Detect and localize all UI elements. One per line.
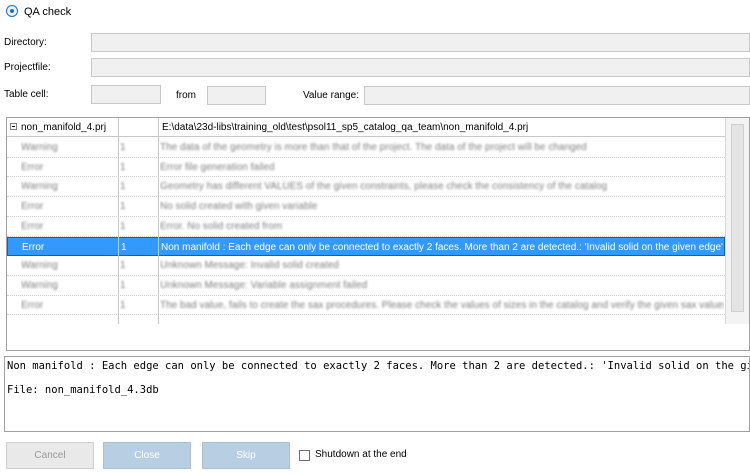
project-path: E:\data\23d-libs\training_old\test\psol1… [162,122,529,133]
row-count: 1 [121,241,127,253]
grid-scrollbar[interactable] [725,118,749,324]
row-message: Error file generation failed [160,161,275,173]
column-divider [118,118,119,324]
collapse-icon[interactable] [10,123,17,130]
tablecell-field[interactable] [91,85,161,104]
title-bar: QA check [0,0,750,24]
row-message: The bad value, fails to create the sax p… [160,299,724,311]
row-type: Warning [21,181,58,193]
directory-field[interactable] [91,33,750,52]
row-type: Error [21,299,44,311]
table-row[interactable]: Warning 1 Geometry has different VALUES of… [7,177,725,196]
row-type: Warning [21,142,58,153]
row-count: 1 [120,260,126,272]
row-count: 1 [120,181,126,193]
scrollbar-thumb[interactable] [731,124,744,312]
table-row[interactable]: Warning 1 The data of the geometry is more… [7,138,725,157]
results-grid[interactable]: non_manifold_4.prj E:\data\23d-libs\trai… [6,117,750,351]
message-line-1: Non manifold : Each edge can only be con… [7,360,750,372]
message-line-3: File: non_manifold_4.3db [7,384,159,396]
row-type: Warning [21,279,58,291]
window-title: QA check [24,6,72,18]
row-message: Error. No solid created from [160,220,283,232]
app-qa-icon [6,5,18,17]
row-message: The data of the geometry is more than th… [160,142,587,153]
row-message: Unknown Message: Variable assignment fai… [160,279,368,291]
shutdown-label: Shutdown at the end [315,449,407,460]
table-row[interactable]: Error 1 Error file generation failed [7,158,725,177]
table-row[interactable]: Warning 1 Unknown Message: Variable assign… [7,276,725,295]
row-count: 1 [120,279,126,291]
projectfile-field[interactable] [91,58,750,77]
cancel-button[interactable]: Cancel [6,442,94,469]
row-message: No solid created with given variable [160,201,318,213]
valuerange-field[interactable] [364,86,750,105]
row-type: Error [21,161,44,173]
close-button[interactable]: Close [103,442,191,469]
row-count: 1 [120,201,126,213]
table-row[interactable]: Warning 1 Unknown Message: Invalid solid c… [7,256,725,275]
row-separator [7,314,725,316]
table-row[interactable]: Error 1 The bad value, fails to create the… [7,296,725,315]
row-type: Warning [21,260,58,272]
row-count: 1 [120,299,126,311]
tablecell-label: Table cell: [4,89,49,100]
row-count: 1 [120,161,126,173]
row-type: Error [21,220,44,232]
row-type: Error [21,201,44,213]
row-type: Error [22,241,45,253]
grid-header-row[interactable]: non_manifold_4.prj E:\data\23d-libs\trai… [7,118,725,137]
row-message: Unknown Message: Invalid solid created [160,260,339,272]
row-count: 1 [120,220,126,232]
projectfile-label: Projectfile: [4,62,51,73]
row-message: Non manifold : Each edge can only be con… [161,241,723,253]
project-name: non_manifold_4.prj [21,122,107,133]
table-row[interactable]: Error 1 No solid created with given variab… [7,197,725,216]
from-label: from [176,90,196,101]
from-field[interactable] [207,86,266,105]
column-divider [158,118,159,324]
row-message: Geometry has different VALUES of the giv… [160,181,608,193]
table-row[interactable]: Error 1 Error. No solid created from [7,217,725,236]
directory-label: Directory: [4,37,47,48]
valuerange-label: Value range: [303,90,359,101]
row-count: 1 [120,142,126,153]
shutdown-checkbox[interactable] [299,450,310,461]
table-row[interactable]: Error 1 Non manifold : Each edge can only … [7,236,725,256]
message-box[interactable]: Non manifold : Each edge can only be con… [4,356,750,432]
skip-button[interactable]: Skip [202,442,290,469]
